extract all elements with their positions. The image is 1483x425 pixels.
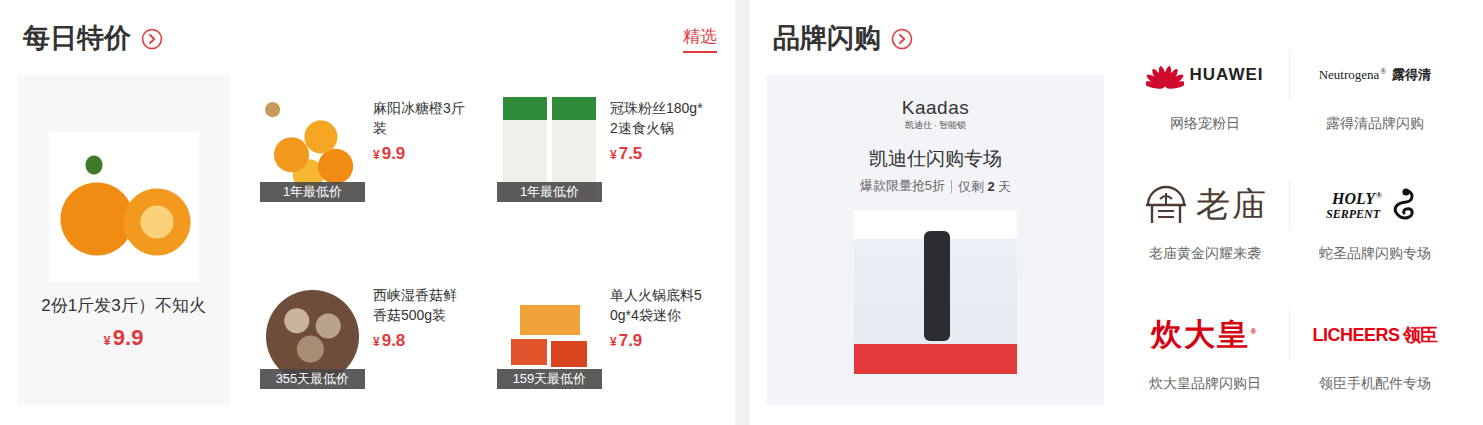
brand-logo: HUAWEI [1120, 50, 1290, 100]
product-name: 单人火锅底料50g*4袋迷你 [610, 285, 706, 325]
brand-logo-text: HUAWEI [1190, 65, 1264, 85]
product-image: 1年最低价 [497, 97, 602, 202]
brand-item[interactable]: LICHEERS领臣领臣手机配件专场 [1290, 310, 1460, 425]
brand-logo: 炊大皇® [1120, 310, 1290, 360]
product-name: 麻阳冰糖橙3斤装 [373, 98, 469, 138]
panel-divider [735, 0, 750, 425]
deal-item[interactable]: 355天最低价 西峡湿香菇鲜香菇500g装 ¥9.8 [260, 284, 497, 405]
deal-item[interactable]: 159天最低价 单人火锅底料50g*4袋迷你 ¥7.9 [497, 284, 734, 405]
promo-card[interactable]: Kaadas凯迪仕 · 智能锁凯迪仕闪购专场爆款限量抢5折仅剩 2 天 [767, 75, 1104, 405]
lowest-price-badge: 159天最低价 [497, 369, 602, 389]
product-name: 冠珠粉丝180g*2速食火锅 [610, 98, 706, 138]
brand-caption: 领臣手机配件专场 [1319, 374, 1431, 392]
deal-item[interactable]: 1年最低价 麻阳冰糖橙3斤装 ¥9.9 [260, 97, 497, 218]
product-name: 西峡湿香菇鲜香菇500g装 [373, 285, 469, 325]
featured-product[interactable]: 2份1斤发3斤）不知火 ¥9.9 [17, 75, 230, 405]
more-arrow-icon[interactable] [141, 28, 163, 50]
brand-logo: 老庙 [1120, 180, 1290, 230]
deal-info: 冠珠粉丝180g*2速食火锅 ¥7.5 [610, 97, 706, 164]
more-arrow-icon[interactable] [891, 28, 913, 50]
brand-logo-text: HOLY®SERPENT [1332, 188, 1382, 221]
kaadas-logo-subtitle: 凯迪仕 · 智能锁 [905, 119, 967, 131]
brand-logo-text: 老庙 [1196, 182, 1268, 228]
product-image: 355天最低价 [260, 284, 365, 389]
promo-offer-line: 爆款限量抢5折仅剩 2 天 [860, 177, 1012, 195]
brand-item[interactable]: HOLY®SERPENT 蛇圣品牌闪购专场 [1290, 180, 1460, 310]
brand-caption: 老庙黄金闪耀来袭 [1149, 244, 1261, 262]
lowest-price-badge: 1年最低价 [260, 182, 365, 202]
snake-icon [1384, 185, 1418, 225]
deals-body: 2份1斤发3斤）不知火¥9.91年最低价麻阳冰糖橙3斤装¥9.91年最低价冠珠粉… [0, 75, 735, 405]
tab-bar: 精选 [683, 23, 717, 53]
deal-info: 西峡湿香菇鲜香菇500g装 ¥9.8 [373, 284, 469, 351]
laomiao-emblem-icon [1142, 183, 1190, 227]
brand-item[interactable]: Neutrogena®露得清露得清品牌闪购 [1290, 50, 1460, 180]
brand-caption: 网络宠粉日 [1170, 114, 1240, 132]
brand-flash-panel: 品牌闪购Kaadas凯迪仕 · 智能锁凯迪仕闪购专场爆款限量抢5折仅剩 2 天H… [750, 0, 1483, 425]
lowest-price-badge: 1年最低价 [497, 182, 602, 202]
product-price: ¥7.5 [610, 144, 706, 164]
daily-deals-panel: 每日特价精选2份1斤发3斤）不知火¥9.91年最低价麻阳冰糖橙3斤装¥9.91年… [0, 0, 735, 425]
lowest-price-badge: 355天最低价 [260, 369, 365, 389]
brand-logo: LICHEERS领臣 [1290, 310, 1460, 360]
brand-item[interactable]: 炊大皇® 炊大皇品牌闪购日 [1120, 310, 1290, 425]
brand-caption: 露得清品牌闪购 [1326, 114, 1424, 132]
product-image: 1年最低价 [260, 97, 365, 202]
promo-remaining: 仅剩 2 天 [951, 180, 1011, 193]
brand-logo: Neutrogena®露得清 [1290, 50, 1460, 100]
deal-item[interactable]: 1年最低价 冠珠粉丝180g*2速食火锅 ¥7.5 [497, 97, 734, 218]
promo-offer: 爆款限量抢5折 [860, 177, 945, 195]
brand-logo: HOLY®SERPENT [1290, 180, 1460, 230]
product-name: 2份1斤发3斤）不知火 [41, 294, 205, 317]
kaadas-logo: Kaadas [902, 97, 969, 119]
section-title: 每日特价 [23, 20, 131, 56]
deal-info: 单人火锅底料50g*4袋迷你 ¥7.9 [610, 284, 706, 351]
product-image [49, 132, 199, 282]
section-title: 品牌闪购 [773, 20, 881, 56]
daily-deals-header: 每日特价 精选 [0, 0, 735, 75]
product-price: ¥7.9 [610, 331, 706, 351]
brand-caption: 蛇圣品牌闪购专场 [1319, 244, 1431, 262]
page: 每日特价精选2份1斤发3斤）不知火¥9.91年最低价麻阳冰糖橙3斤装¥9.91年… [0, 0, 1483, 425]
brand-logo-text: Neutrogena®露得清 [1319, 66, 1432, 84]
brand-item[interactable]: 老庙老庙黄金闪耀来袭 [1120, 180, 1290, 310]
brand-logo-text: LICHEERS领臣 [1312, 323, 1437, 347]
promo-title: 凯迪仕闪购专场 [869, 147, 1002, 171]
product-image: 159天最低价 [497, 284, 602, 389]
product-price: ¥9.9 [104, 325, 144, 351]
deal-grid: 1年最低价 麻阳冰糖橙3斤装 ¥9.9 1年最低价 冠珠粉丝180g*2速食火锅 ¥7.5… [258, 75, 734, 405]
huawei-flower-icon [1146, 60, 1184, 90]
product-price: ¥9.8 [373, 331, 469, 351]
product-price: ¥9.9 [373, 144, 469, 164]
promo-banner-image [854, 211, 1017, 374]
tab[interactable]: 精选 [683, 23, 717, 53]
promo-column: 品牌闪购 Kaadas凯迪仕 · 智能锁凯迪仕闪购专场爆款限量抢5折仅剩 2 天 [750, 0, 1104, 425]
brand-grid: HUAWEI网络宠粉日Neutrogena®露得清露得清品牌闪购老庙老庙黄金闪耀… [1120, 0, 1460, 425]
brand-item[interactable]: HUAWEI 网络宠粉日 [1120, 50, 1290, 180]
brand-caption: 炊大皇品牌闪购日 [1149, 374, 1261, 392]
deal-info: 麻阳冰糖橙3斤装 ¥9.9 [373, 97, 469, 164]
brand-logo-text: 炊大皇® [1151, 314, 1259, 356]
brand-flash-header: 品牌闪购 [750, 0, 1104, 75]
